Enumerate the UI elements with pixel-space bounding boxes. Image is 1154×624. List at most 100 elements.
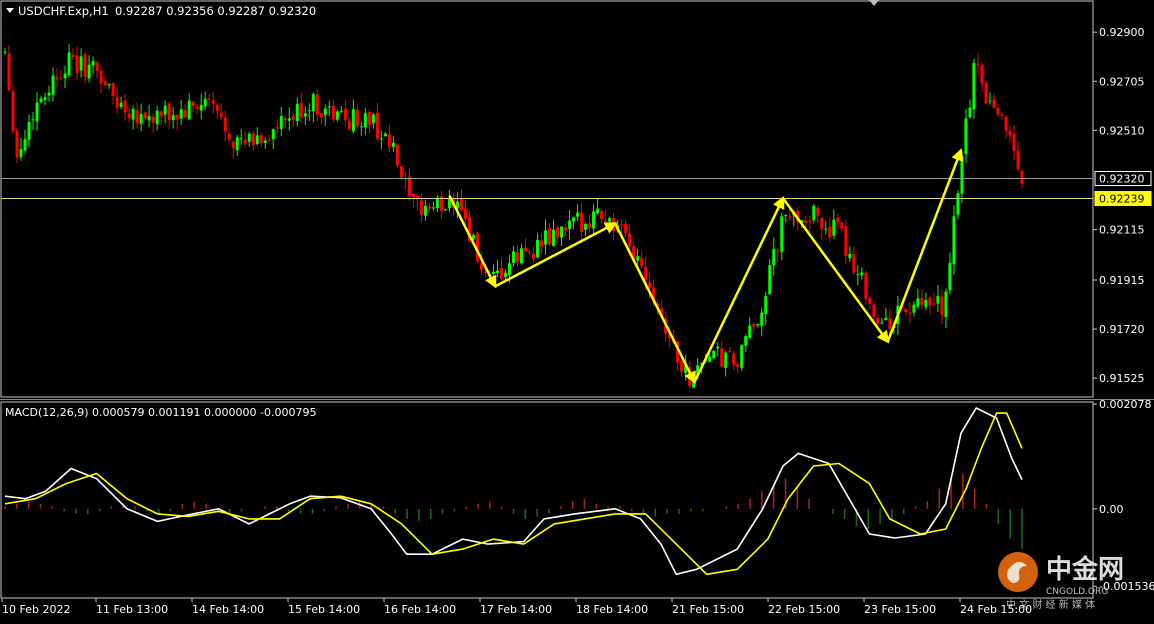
time-tick-label: 14 Feb 14:00 — [192, 603, 264, 616]
candle-body — [648, 282, 652, 288]
candle-body — [263, 140, 267, 144]
candle-body — [23, 138, 27, 151]
candle-body — [19, 148, 23, 158]
candle-body — [1016, 150, 1020, 169]
candle-body — [103, 81, 107, 86]
candle-body — [568, 220, 572, 229]
time-axis: 10 Feb 2022 11 Feb 13:00 14 Feb 14:00 15 Fe… — [1, 598, 1032, 616]
watermark-site: CNGOLD.ORG — [1046, 587, 1108, 597]
candle-body — [347, 120, 351, 130]
candle-body — [431, 207, 435, 209]
candle-body — [71, 54, 75, 57]
signal-line — [4, 412, 1023, 576]
macd-line — [4, 407, 1023, 576]
candle-body — [912, 304, 916, 313]
candle-body — [355, 109, 359, 126]
price-tick-label: 0.91525 — [1099, 372, 1145, 385]
candle-body — [948, 262, 952, 290]
candle-body — [832, 219, 836, 236]
macd-tick-label: 0.002078 — [1099, 398, 1152, 411]
candle-body — [524, 247, 528, 252]
candle-body — [572, 217, 576, 222]
candle-body — [7, 53, 11, 91]
candle-body — [359, 126, 363, 128]
candle-body — [600, 211, 604, 220]
candle-body — [1012, 133, 1016, 151]
candle-body — [239, 137, 243, 139]
candle-body — [303, 113, 307, 117]
candle-body — [928, 297, 932, 306]
watermark-brand: 中金网 — [1046, 554, 1124, 585]
candle-body — [804, 220, 808, 223]
candle-body — [151, 116, 155, 123]
candle-body — [608, 218, 612, 222]
candle-body — [499, 268, 503, 279]
candle-body — [287, 118, 291, 121]
candle-body — [3, 51, 7, 53]
wave-arrows — [448, 148, 964, 385]
candle-body — [936, 296, 940, 304]
candle-body — [423, 205, 427, 216]
candle-body — [75, 55, 79, 73]
candle-body — [716, 346, 720, 349]
chart-canvas[interactable]: 0.92320 0.92239 0.92900 0.92705 0.92510 0.92… — [0, 0, 1154, 620]
candle-body — [624, 224, 628, 234]
shift-marker-icon[interactable] — [869, 0, 879, 6]
price-tag-label: 0.92320 — [1099, 173, 1145, 186]
symbol-dropdown-icon[interactable] — [6, 8, 14, 13]
watermark-tagline: 中 文 财 经 新 媒 体 — [1006, 598, 1095, 611]
candle-body — [580, 212, 584, 233]
candle-body — [924, 300, 928, 308]
candle-body — [311, 94, 315, 112]
candle-body — [135, 110, 139, 124]
candle-body — [596, 208, 600, 214]
candle-body — [331, 105, 335, 120]
candle-body — [808, 220, 812, 222]
candle-body — [544, 230, 548, 245]
wave-arrow — [614, 222, 696, 385]
candle-body — [592, 211, 596, 229]
candle-body — [932, 303, 936, 305]
time-tick-label: 16 Feb 14:00 — [384, 603, 456, 616]
trading-chart-window: 0.92320 0.92239 0.92900 0.92705 0.92510 0.92… — [0, 0, 1154, 620]
candle-body — [724, 352, 728, 368]
candle-body — [79, 56, 83, 71]
candle-body — [327, 106, 331, 108]
candle-body — [836, 217, 840, 223]
candle-body — [1000, 114, 1004, 116]
candle-body — [495, 270, 499, 274]
candle-body — [636, 256, 640, 261]
candle-body — [15, 130, 19, 158]
candle-body — [884, 317, 888, 321]
time-tick-label: 22 Feb 15:00 — [768, 603, 840, 616]
candle-body — [964, 118, 968, 154]
price-tick-label: 0.91720 — [1099, 323, 1145, 336]
candle-body — [115, 96, 119, 109]
candle-body — [191, 101, 195, 107]
candle-body — [752, 324, 756, 327]
candle-body — [780, 216, 784, 252]
candle-body — [740, 345, 744, 369]
candle-body — [271, 129, 275, 140]
candle-body — [183, 109, 187, 118]
candle-body — [267, 140, 271, 142]
ohlc-readout: 0.92287 0.92356 0.92287 0.92320 — [115, 4, 316, 18]
candle-body — [219, 112, 223, 118]
candle-body — [399, 165, 403, 178]
candle-body — [940, 296, 944, 315]
candle-body — [51, 75, 55, 95]
candle-body — [27, 121, 31, 140]
candle-body — [576, 212, 580, 217]
candle-body — [367, 112, 371, 126]
candle-body — [335, 111, 339, 120]
candle-body — [375, 112, 379, 139]
candle-body — [1020, 171, 1024, 184]
candle-body — [195, 106, 199, 109]
candle-body — [520, 248, 524, 264]
candle-body — [840, 222, 844, 229]
candle-body — [744, 336, 748, 346]
candle-body — [720, 348, 724, 367]
price-tick-label: 0.91915 — [1099, 274, 1145, 287]
candle-body — [784, 215, 788, 217]
candle-body — [147, 116, 151, 121]
